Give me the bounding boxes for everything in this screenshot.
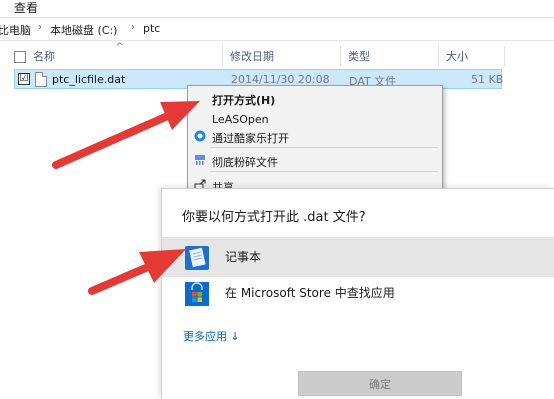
more-apps-link[interactable]: 更多应用 ↓ <box>183 328 240 344</box>
column-divider[interactable] <box>504 46 505 66</box>
context-menu: 打开方式(H) LeASOpen 通过酷家乐打开 彻底粉碎文件 共享 <box>187 85 443 195</box>
select-all-checkbox[interactable] <box>14 51 26 63</box>
kujiale-icon <box>194 130 206 142</box>
menu-item-label: 打开方式(H) <box>212 94 276 107</box>
menu-item-open-with[interactable]: 打开方式(H) <box>188 87 442 109</box>
app-option-microsoft-store[interactable]: 在 Microsoft Store 中查找应用 <box>162 273 554 313</box>
menu-item-shred[interactable]: 彻底粉碎文件 <box>188 149 442 171</box>
breadcrumb-local-disk[interactable]: 本地磁盘 (C:) <box>50 22 117 38</box>
column-header-name[interactable]: 名称 <box>33 48 55 64</box>
app-option-label: 在 Microsoft Store 中查找应用 <box>225 286 395 300</box>
column-header-size[interactable]: 大小 <box>446 48 468 64</box>
app-option-notepad[interactable]: 记事本 <box>162 237 554 277</box>
ribbon: 查看 <box>0 0 554 16</box>
file-name[interactable]: ptc_licfile.dat <box>52 73 125 86</box>
dialog-title: 你要以何方式打开此 .dat 文件? <box>182 210 366 225</box>
ok-button[interactable]: 确定 <box>298 371 462 396</box>
breadcrumb-ptc[interactable]: ptc <box>143 22 160 35</box>
column-header-modified[interactable]: 修改日期 <box>230 48 274 64</box>
breadcrumb-chevron-icon: › <box>131 22 135 33</box>
column-header-type[interactable]: 类型 <box>348 48 370 64</box>
breadcrumb-chevron-icon: › <box>38 22 42 33</box>
shredder-icon <box>194 154 206 166</box>
menu-item-label: 彻底粉碎文件 <box>212 156 278 169</box>
sort-ascending-icon: ^ <box>116 42 124 52</box>
menu-divider <box>210 171 438 172</box>
file-icon <box>35 72 47 87</box>
menu-item-label: 通过酷家乐打开 <box>212 132 289 145</box>
app-option-label: 记事本 <box>225 250 262 264</box>
menu-divider <box>210 147 438 148</box>
row-checkbox[interactable]: ☑ <box>18 73 30 85</box>
ribbon-tab-view[interactable]: 查看 <box>14 0 38 16</box>
file-size: 51 KB <box>471 73 504 86</box>
address-bar[interactable]: 比电脑 › 本地磁盘 (C:) › ptc <box>0 17 554 41</box>
column-divider[interactable] <box>340 46 341 66</box>
notepad-icon <box>182 243 212 273</box>
microsoft-store-icon <box>182 279 212 309</box>
open-with-dialog: 你要以何方式打开此 .dat 文件? 记事本 在 Microsoft Store… <box>161 188 554 399</box>
breadcrumb-this-pc[interactable]: 比电脑 <box>0 22 31 38</box>
column-divider[interactable] <box>438 46 439 66</box>
menu-item-open-with-kujiale[interactable]: 通过酷家乐打开 <box>188 125 442 147</box>
column-divider[interactable] <box>222 46 223 66</box>
